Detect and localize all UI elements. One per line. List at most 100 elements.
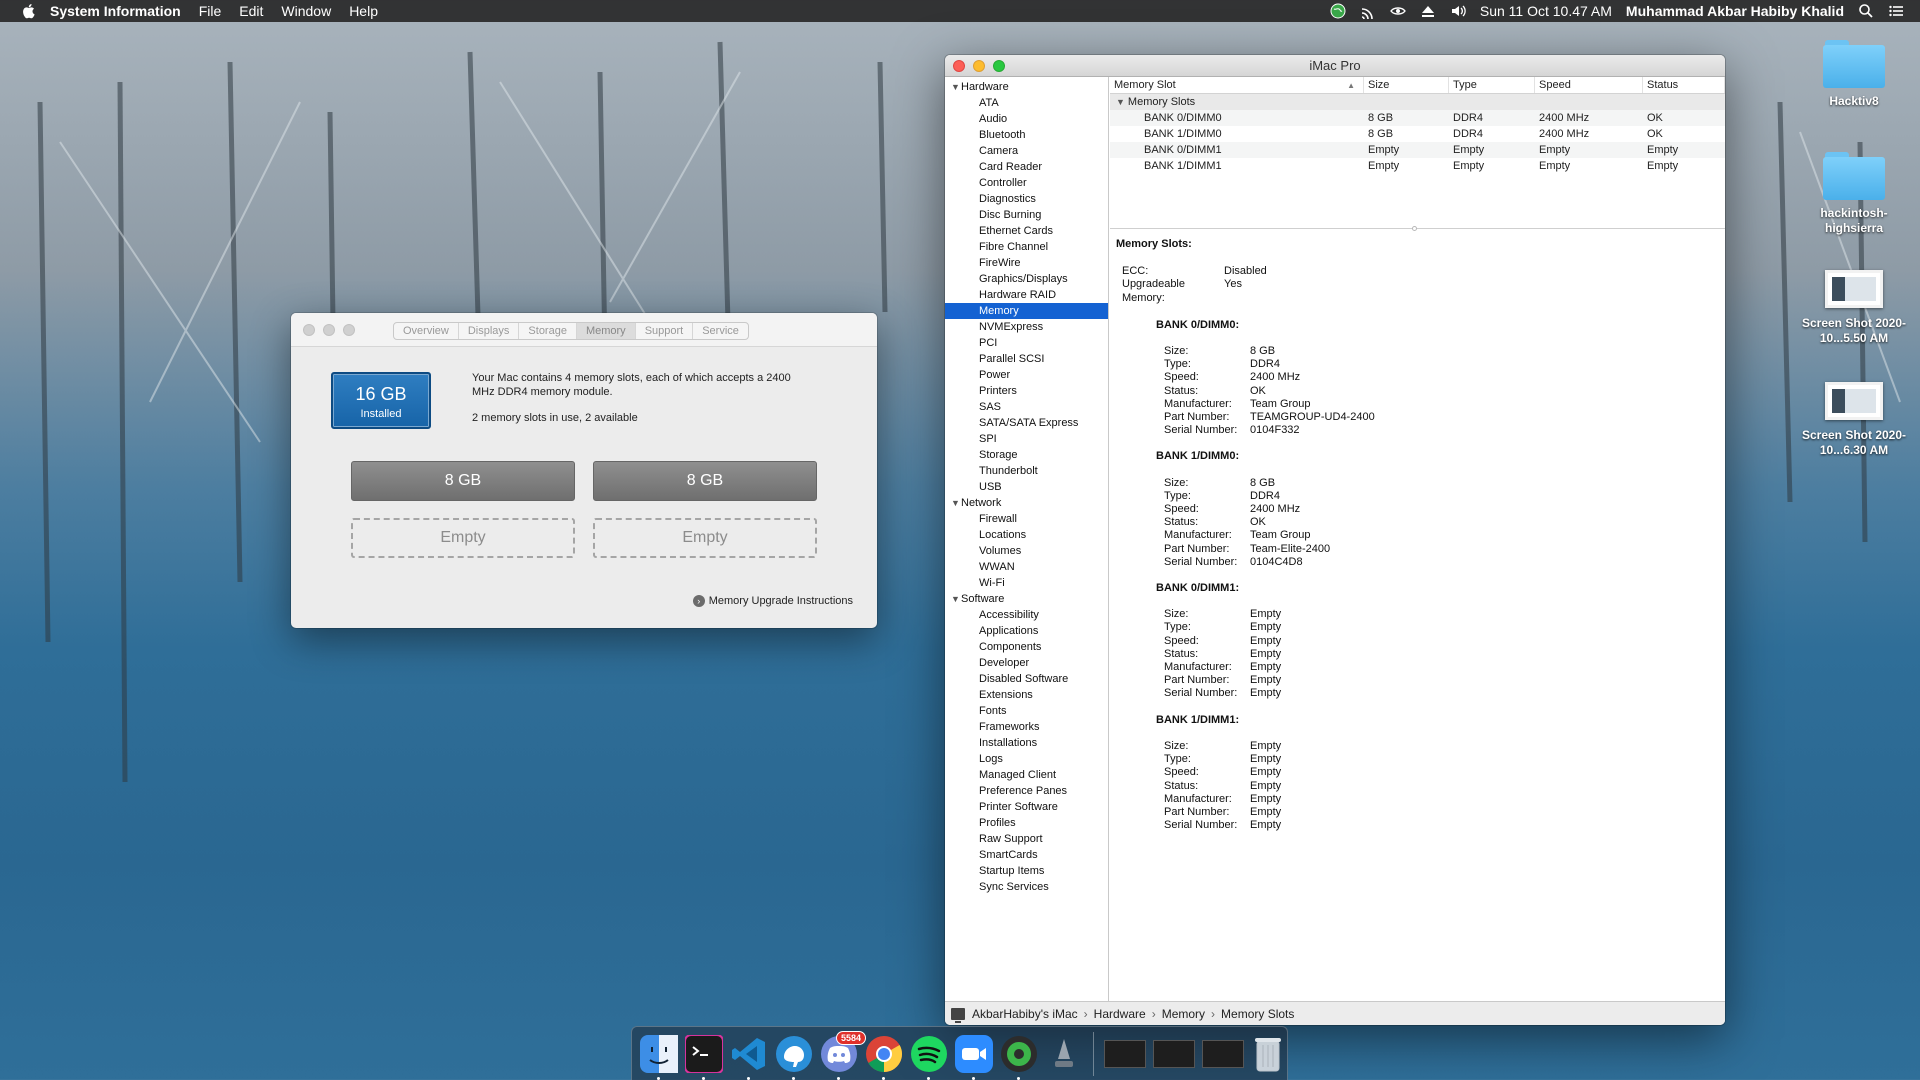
menu-help[interactable]: Help [349,3,378,19]
finder-icon[interactable] [640,1034,678,1080]
sidebar-item-sata-sata-express[interactable]: SATA/SATA Express [945,415,1108,431]
menubar-clock[interactable]: Sun 11 Oct 10.47 AM [1480,3,1612,19]
sidebar-item-smartcards[interactable]: SmartCards [945,847,1108,863]
sidebar-item-disabled-software[interactable]: Disabled Software [945,671,1108,687]
sidebar-group-network[interactable]: ▼ Network [945,495,1108,511]
desktop-folder-hackintosh[interactable]: hackintosh-highsierra [1794,152,1914,236]
spotlight-search-icon[interactable] [1858,3,1874,19]
discord-icon[interactable]: 5584 [820,1030,866,1080]
zoom-button[interactable] [343,324,355,336]
path-memory[interactable]: Memory [1162,1007,1205,1021]
tab-service[interactable]: Service [693,323,748,339]
sidebar-item-thunderbolt[interactable]: Thunderbolt [945,463,1108,479]
sidebar-item-sas[interactable]: SAS [945,399,1108,415]
sidebar-item-installations[interactable]: Installations [945,735,1108,751]
sidebar-item-fibre-channel[interactable]: Fibre Channel [945,239,1108,255]
sidebar-item-frameworks[interactable]: Frameworks [945,719,1108,735]
sidebar-item-locations[interactable]: Locations [945,527,1108,543]
minimized-window-thumbnail[interactable] [1104,1039,1146,1068]
vscode-icon[interactable] [730,1035,768,1080]
desktop-folder-hacktiv8[interactable]: Hacktiv8 [1794,40,1914,109]
table-row[interactable]: BANK 1/DIMM0 8 GB DDR4 2400 MHz OK [1110,126,1725,142]
sidebar-item-preference-panes[interactable]: Preference Panes [945,783,1108,799]
sidebar-item-sync-services[interactable]: Sync Services [945,879,1108,895]
sidebar-item-controller[interactable]: Controller [945,175,1108,191]
globe-status-icon[interactable] [1330,3,1346,19]
path-hardware[interactable]: Hardware [1094,1007,1146,1021]
sidebar-group-hardware[interactable]: ▼ Hardware [945,79,1108,95]
sidebar-item-components[interactable]: Components [945,639,1108,655]
tab-support[interactable]: Support [636,323,694,339]
eject-icon[interactable] [1420,3,1436,19]
sidebar-item-hardware-raid[interactable]: Hardware RAID [945,287,1108,303]
chrome-icon[interactable] [865,1035,903,1080]
launchpad-icon[interactable] [1045,1035,1083,1073]
sidebar-item-bluetooth[interactable]: Bluetooth [945,127,1108,143]
sidebar-item-logs[interactable]: Logs [945,751,1108,767]
sidebar-item-card-reader[interactable]: Card Reader [945,159,1108,175]
terminal-icon[interactable] [685,1034,723,1080]
sidebar-item-firewall[interactable]: Firewall [945,511,1108,527]
menu-edit[interactable]: Edit [239,3,263,19]
sidebar-item-startup-items[interactable]: Startup Items [945,863,1108,879]
column-status[interactable]: Status [1643,77,1725,93]
sidebar-item-accessibility[interactable]: Accessibility [945,607,1108,623]
spotify-icon[interactable] [910,1035,948,1080]
path-memory-slots[interactable]: Memory Slots [1221,1007,1294,1021]
sidebar-item-managed-client[interactable]: Managed Client [945,767,1108,783]
table-row[interactable]: BANK 1/DIMM1 Empty Empty Empty Empty [1110,158,1725,174]
apple-menu-icon[interactable] [20,3,36,19]
table-group-row[interactable]: ▼ Memory Slots [1110,94,1725,110]
tab-overview[interactable]: Overview [394,323,459,339]
desktop-screenshot-1[interactable]: Screen Shot 2020-10...5.50 AM [1794,270,1914,346]
sidebar-item-applications[interactable]: Applications [945,623,1108,639]
trash-icon[interactable] [1251,1035,1285,1073]
sidebar-item-profiles[interactable]: Profiles [945,815,1108,831]
sidebar-item-parallel-scsi[interactable]: Parallel SCSI [945,351,1108,367]
path-computer[interactable]: AkbarHabiby's iMac [972,1007,1078,1021]
splitter-handle[interactable] [1412,226,1417,231]
desktop-screenshot-2[interactable]: Screen Shot 2020-10...6.30 AM [1794,382,1914,458]
table-row[interactable]: BANK 0/DIMM1 Empty Empty Empty Empty [1110,142,1725,158]
tab-memory[interactable]: Memory [576,323,636,339]
nvidia-icon[interactable] [1389,3,1406,19]
sidebar-item-diagnostics[interactable]: Diagnostics [945,191,1108,207]
sidebar-group-software[interactable]: ▼ Software [945,591,1108,607]
sidebar-item-pci[interactable]: PCI [945,335,1108,351]
zoom-button[interactable] [993,60,1005,72]
minimize-button[interactable] [973,60,985,72]
sidebar-item-ethernet-cards[interactable]: Ethernet Cards [945,223,1108,239]
cast-icon[interactable] [1360,3,1376,19]
menu-file[interactable]: File [199,3,222,19]
minimized-window-thumbnail[interactable] [1202,1039,1244,1068]
sidebar-item-memory[interactable]: Memory [945,303,1108,319]
volume-icon[interactable] [1450,3,1466,19]
sidebar-item-raw-support[interactable]: Raw Support [945,831,1108,847]
sidebar-item-printer-software[interactable]: Printer Software [945,799,1108,815]
sidebar-item-graphics-displays[interactable]: Graphics/Displays [945,271,1108,287]
sidebar-item-printers[interactable]: Printers [945,383,1108,399]
zoom-icon[interactable] [955,1034,993,1080]
sidebar-item-extensions[interactable]: Extensions [945,687,1108,703]
sidebar-item-wi-fi[interactable]: Wi-Fi [945,575,1108,591]
tab-storage[interactable]: Storage [519,323,577,339]
close-button[interactable] [953,60,965,72]
sidebar-item-nvmexpress[interactable]: NVMExpress [945,319,1108,335]
sidebar-item-spi[interactable]: SPI [945,431,1108,447]
sidebar-item-disc-burning[interactable]: Disc Burning [945,207,1108,223]
memory-upgrade-link[interactable]: › Memory Upgrade Instructions [692,595,853,607]
sidebar-item-ata[interactable]: ATA [945,95,1108,111]
sidebar-item-wwan[interactable]: WWAN [945,559,1108,575]
tableplus-icon[interactable] [775,1035,813,1080]
column-memory-slot[interactable]: Memory Slot ▲ [1110,77,1364,93]
close-button[interactable] [303,324,315,336]
column-size[interactable]: Size [1364,77,1449,93]
sidebar-item-developer[interactable]: Developer [945,655,1108,671]
table-row[interactable]: BANK 0/DIMM0 8 GB DDR4 2400 MHz OK [1110,110,1725,126]
app-name-menu[interactable]: System Information [50,3,181,19]
sidebar-item-volumes[interactable]: Volumes [945,543,1108,559]
menubar-user[interactable]: Muhammad Akbar Habiby Khalid [1626,3,1844,19]
minimize-button[interactable] [323,324,335,336]
menu-window[interactable]: Window [281,3,331,19]
minimized-window-thumbnail[interactable] [1153,1039,1195,1068]
